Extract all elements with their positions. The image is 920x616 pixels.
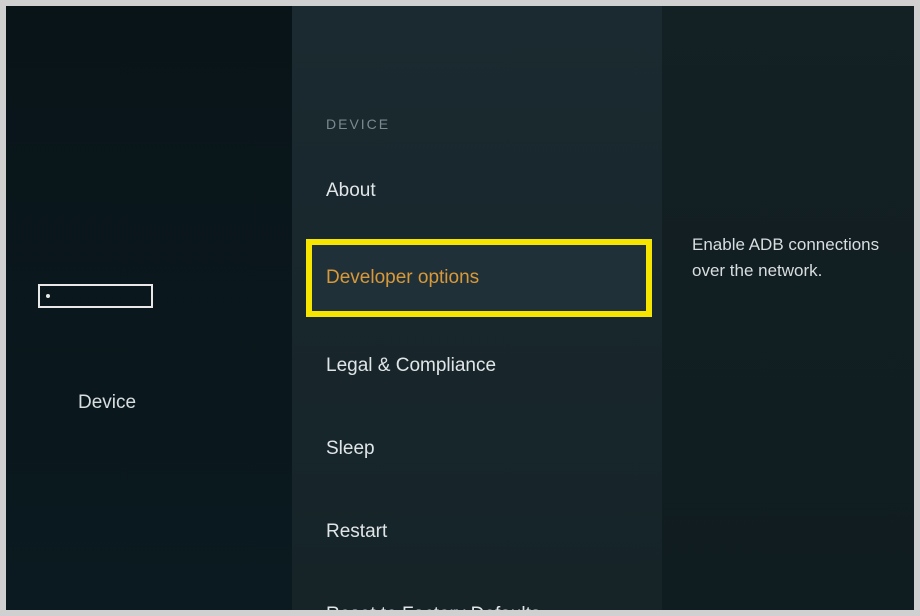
sidebar-panel: Device	[6, 6, 292, 610]
menu-panel: DEVICE About Developer options Legal & C…	[292, 6, 662, 610]
section-header: DEVICE	[326, 116, 642, 132]
menu-item-about[interactable]: About	[322, 162, 642, 220]
cursor-dot-icon	[46, 294, 50, 298]
menu-item-developer-options[interactable]: Developer options	[306, 239, 652, 317]
menu-item-restart[interactable]: Restart	[322, 503, 642, 561]
detail-panel: Enable ADB connections over the network.	[662, 6, 914, 610]
menu-item-sleep[interactable]: Sleep	[322, 420, 642, 478]
detail-description: Enable ADB connections over the network.	[692, 232, 884, 283]
menu-item-reset-factory-defaults[interactable]: Reset to Factory Defaults	[322, 586, 642, 610]
menu-item-legal-compliance[interactable]: Legal & Compliance	[322, 337, 642, 395]
sidebar-current-category: Device	[78, 392, 136, 414]
search-input[interactable]	[38, 284, 153, 308]
settings-screen: Device DEVICE About Developer options Le…	[6, 6, 914, 610]
